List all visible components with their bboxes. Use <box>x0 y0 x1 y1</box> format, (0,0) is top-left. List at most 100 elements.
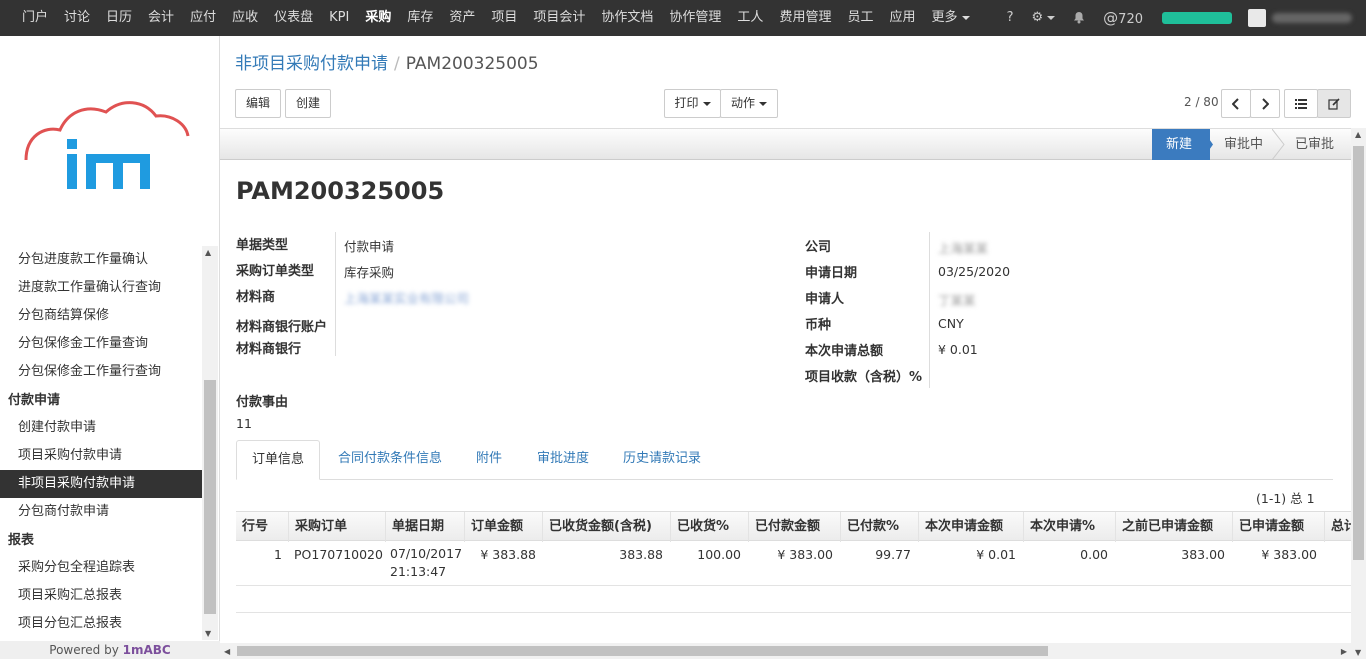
app-menu-item[interactable]: 协作管理 <box>661 0 729 36</box>
scroll-right-icon[interactable]: ▶ <box>1341 647 1347 656</box>
app-menu-item[interactable]: 门户 <box>14 0 56 36</box>
tab-history[interactable]: 历史请款记录 <box>612 440 712 480</box>
scroll-down-icon[interactable]: ▼ <box>1355 648 1361 657</box>
field-label: 付款事由 <box>236 395 289 410</box>
app-menu-item[interactable]: 仪表盘 <box>266 0 321 36</box>
pager-next-button[interactable] <box>1250 89 1280 118</box>
trial-progress-bar <box>1162 12 1232 24</box>
sidebar-item[interactable]: 分包保修金工作量查询 <box>0 330 202 358</box>
action-dropdown[interactable]: 动作 <box>720 89 778 118</box>
sidebar-item[interactable]: 项目采购汇总报表 <box>0 582 202 610</box>
column-header[interactable]: 已付款% <box>840 512 918 542</box>
scroll-up-icon[interactable]: ▲ <box>1355 130 1361 139</box>
sidebar-scrollbar[interactable]: ▲ ▼ <box>202 246 218 640</box>
vendor-link[interactable]: 上海某某实业有限公司 <box>344 288 469 307</box>
tab-contract-terms[interactable]: 合同付款条件信息 <box>330 440 450 480</box>
app-menu-item[interactable]: 协作文档 <box>593 0 661 36</box>
field-label: 公司 <box>805 240 832 255</box>
scroll-up-icon[interactable]: ▲ <box>205 248 211 257</box>
main-vertical-scrollbar[interactable]: ▲ ▼ <box>1351 128 1366 659</box>
column-header[interactable]: 已申请金额 <box>1232 512 1324 542</box>
app-menu-item[interactable]: 员工 <box>839 0 881 36</box>
app-menu-item[interactable]: 资产 <box>441 0 483 36</box>
sidebar: 分包进度款工作量确认 进度款工作量确认行查询 分包商结算保修 分包保修金工作量查询 分包… <box>0 36 220 659</box>
app-menu-item[interactable]: 讨论 <box>56 0 98 36</box>
tab-approval-progress[interactable]: 审批进度 <box>528 440 598 480</box>
column-header[interactable]: 已收货% <box>670 512 748 542</box>
sidebar-item[interactable]: 分包商付款申请 <box>0 498 202 526</box>
app-menu-item[interactable]: 项目会计 <box>525 0 593 36</box>
user-menu[interactable] <box>1248 9 1366 27</box>
sidebar-item[interactable]: 进度款工作量确认行查询 <box>0 274 202 302</box>
record-count: (1-1) 总 1 <box>1256 491 1315 506</box>
column-header[interactable]: 总计 <box>1324 512 1351 542</box>
app-menu-item[interactable]: 会计 <box>140 0 182 36</box>
column-header[interactable]: 本次申请% <box>1023 512 1115 542</box>
create-button[interactable]: 创建 <box>285 89 331 118</box>
column-header[interactable]: 已付款金额 <box>748 512 840 542</box>
sidebar-item[interactable]: 项目分包汇总报表 <box>0 610 202 638</box>
app-menu-item[interactable]: 采购 <box>357 0 399 36</box>
sidebar-item[interactable]: 分包进度款工作量确认 <box>0 246 202 274</box>
chevron-down-icon <box>961 15 970 20</box>
tab-order-info[interactable]: 订单信息 <box>236 440 320 480</box>
horizontal-scroll-thumb[interactable] <box>237 646 1048 656</box>
sidebar-scroll-thumb[interactable] <box>204 380 216 614</box>
app-menu-item[interactable]: 工人 <box>729 0 771 36</box>
stage-approved[interactable]: 已审批 <box>1295 129 1334 160</box>
app-menu-item[interactable]: KPI <box>321 0 357 36</box>
settings-menu[interactable]: ⚙ <box>1023 0 1065 36</box>
stage-in-approval[interactable]: 审批中 <box>1224 129 1263 160</box>
scroll-left-icon[interactable]: ◀ <box>224 647 230 656</box>
more-menu[interactable]: 更多 <box>923 0 977 36</box>
top-navbar: 门户 讨论 日历 会计 应付 应收 仪表盘 KPI 采购 库存 资产 项目 项目会计 协作文档 协作管理 工人… <box>0 0 1366 36</box>
status-bar: 新建 审批中 已审批 <box>220 128 1351 160</box>
app-menu-item[interactable]: 应付 <box>182 0 224 36</box>
column-header[interactable]: 单据日期 <box>385 512 464 542</box>
main-scroll-thumb[interactable] <box>1353 146 1364 560</box>
sidebar-item[interactable]: 非项目采购付款申请 <box>0 470 202 498</box>
column-header[interactable]: 本次申请金额 <box>918 512 1023 542</box>
app-menu-item[interactable]: 费用管理 <box>771 0 839 36</box>
column-header[interactable]: 行号 <box>236 512 288 542</box>
chevron-down-icon <box>702 101 711 106</box>
field-divider <box>335 232 336 356</box>
field-label: 采购订单类型 <box>236 264 315 279</box>
powered-by-link[interactable]: 1mABC <box>123 643 171 657</box>
company-logo <box>24 101 190 189</box>
column-header[interactable]: 之前已申请金额 <box>1115 512 1232 542</box>
sidebar-item[interactable]: 采购分包全程追踪表 <box>0 554 202 582</box>
sidebar-item[interactable]: 分包商结算保修 <box>0 302 202 330</box>
main-horizontal-scrollbar[interactable]: ◀ ▶ <box>220 643 1351 659</box>
sidebar-item[interactable]: 创建付款申请 <box>0 414 202 442</box>
chevron-right-icon <box>1262 97 1270 110</box>
app-menu-item[interactable]: 日历 <box>98 0 140 36</box>
breadcrumb-parent-link[interactable]: 非项目采购付款申请 <box>235 54 388 74</box>
print-dropdown[interactable]: 打印 <box>664 89 721 118</box>
app-menu-item[interactable]: 项目 <box>483 0 525 36</box>
field-label: 申请人 <box>805 292 845 307</box>
pager-previous-button[interactable] <box>1221 89 1251 118</box>
scroll-down-icon[interactable]: ▼ <box>205 629 211 638</box>
column-header[interactable]: 订单金额 <box>464 512 542 542</box>
request-total-value: ¥ 0.01 <box>938 342 978 357</box>
edit-icon <box>1328 97 1340 110</box>
column-header[interactable]: 已收货金额(含税) <box>542 512 670 542</box>
list-view-button[interactable] <box>1284 89 1318 118</box>
notifications-button[interactable] <box>1064 0 1094 36</box>
main-content: 非项目采购付款申请 / PAM200325005 编辑 创建 打印 动作 2 / 8… <box>220 36 1366 659</box>
paid-amount: ¥ 383.00 <box>777 547 833 562</box>
form-view-button[interactable] <box>1317 89 1351 118</box>
help-button[interactable]: ? <box>998 0 1023 36</box>
app-menu-item[interactable]: 应用 <box>881 0 923 36</box>
sidebar-item[interactable]: 分包保修金工作量行查询 <box>0 358 202 386</box>
current-request-amount: ¥ 0.01 <box>976 547 1016 562</box>
order-amount: ¥ 383.88 <box>480 547 536 562</box>
column-header[interactable]: 采购订单 <box>288 512 385 542</box>
app-menu-item[interactable]: 库存 <box>399 0 441 36</box>
edit-button[interactable]: 编辑 <box>235 89 281 118</box>
sidebar-item[interactable]: 项目采购付款申请 <box>0 442 202 470</box>
app-menu-item[interactable]: 应收 <box>224 0 266 36</box>
mentions-button[interactable]: @720 <box>1094 0 1152 36</box>
tab-attachments[interactable]: 附件 <box>464 440 514 480</box>
